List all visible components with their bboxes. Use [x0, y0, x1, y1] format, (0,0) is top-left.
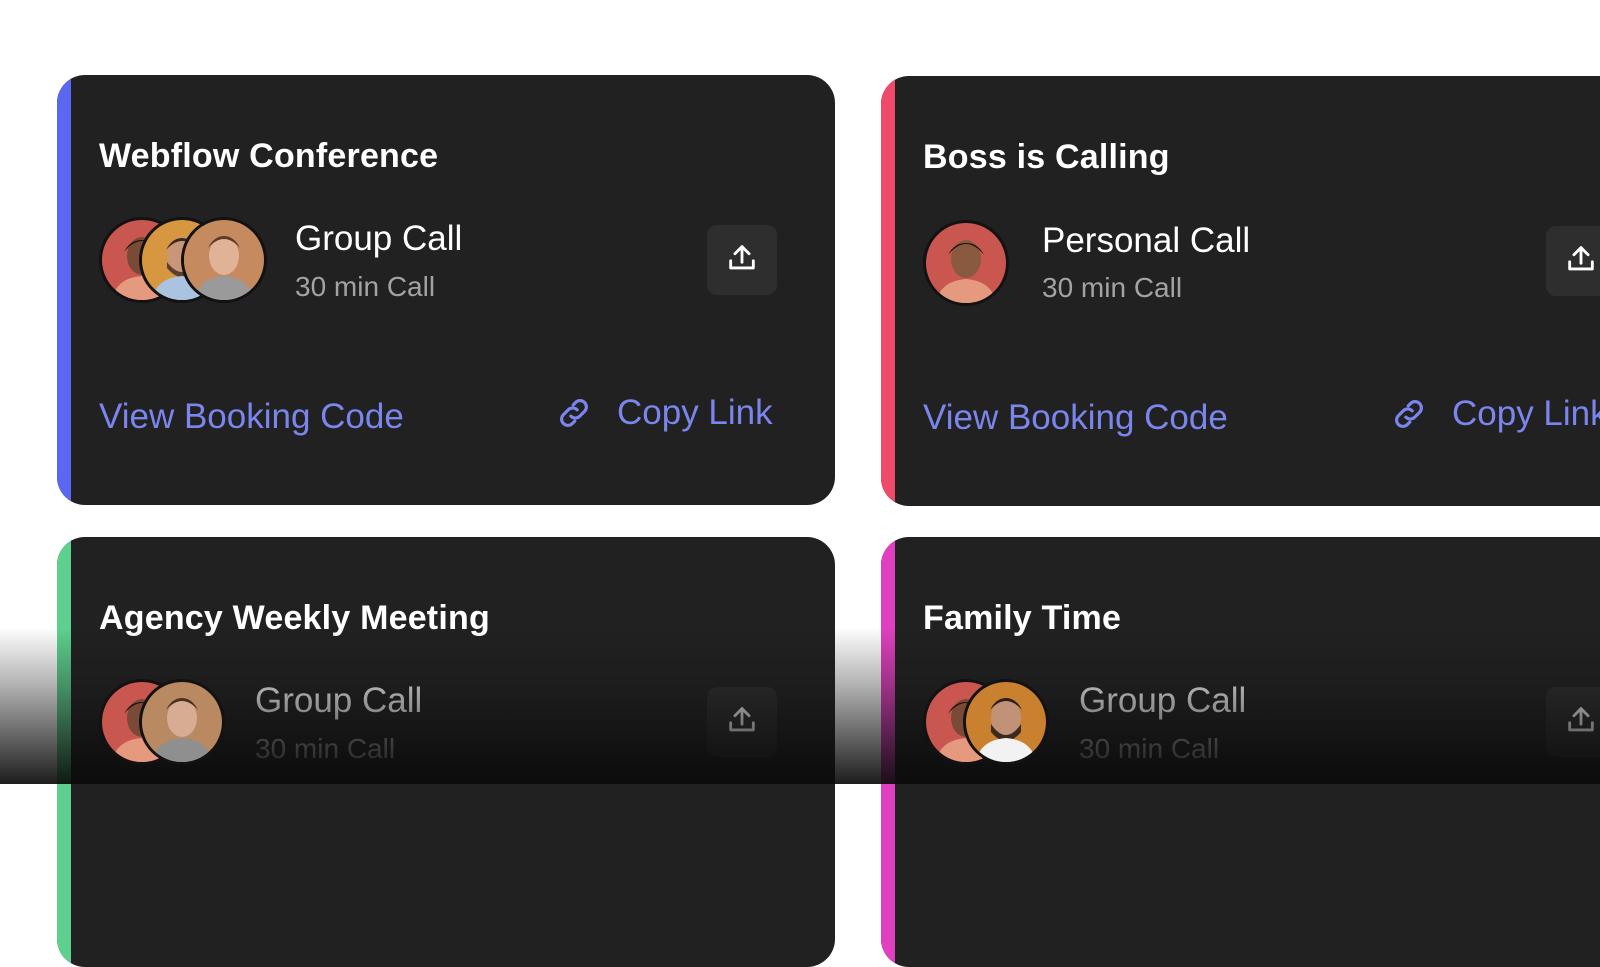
share-upload-icon	[1564, 242, 1598, 281]
avatar	[963, 679, 1049, 765]
copy-link-label: Copy Link	[617, 393, 773, 432]
call-duration: 30 min Call	[295, 271, 436, 302]
share-upload-icon	[1564, 703, 1598, 742]
card-accent-bar	[881, 76, 895, 506]
event-card-webflow-conference[interactable]: Webflow Conference Group Call 30 min Cal…	[57, 75, 835, 505]
call-type-label: Group Call	[255, 681, 423, 720]
call-type-label: Personal Call	[1042, 221, 1251, 260]
link-chain-icon	[555, 394, 593, 432]
call-duration: 30 min Call	[1042, 272, 1183, 303]
call-duration: 30 min Call	[255, 733, 396, 764]
avatar	[139, 679, 225, 765]
copy-link-label: Copy Link	[1452, 394, 1600, 433]
share-button[interactable]	[1546, 687, 1600, 757]
view-booking-code-link[interactable]: View Booking Code	[923, 398, 1228, 438]
event-card-family-time[interactable]: Family Time Group Call 30 min Call	[881, 537, 1600, 967]
call-type-label: Group Call	[295, 219, 463, 258]
copy-link-button[interactable]: Copy Link	[555, 393, 773, 433]
call-type-label: Group Call	[1079, 681, 1247, 720]
avatar	[181, 217, 267, 303]
event-card-agency-weekly-meeting[interactable]: Agency Weekly Meeting Group Call 30 min …	[57, 537, 835, 967]
card-title: Agency Weekly Meeting	[99, 599, 490, 637]
share-button[interactable]	[1546, 226, 1600, 296]
copy-link-button[interactable]: Copy Link	[1390, 394, 1600, 434]
share-button[interactable]	[707, 687, 777, 757]
card-accent-bar	[57, 75, 71, 505]
card-title: Boss is Calling	[923, 138, 1170, 176]
card-title: Webflow Conference	[99, 137, 439, 175]
link-chain-icon	[1390, 395, 1428, 433]
card-accent-bar	[57, 537, 71, 967]
share-upload-icon	[725, 241, 759, 280]
card-title: Family Time	[923, 599, 1122, 637]
view-booking-code-link[interactable]: View Booking Code	[99, 397, 404, 437]
event-card-boss-is-calling[interactable]: Boss is Calling Personal Call 30 min Cal…	[881, 76, 1600, 506]
call-duration: 30 min Call	[1079, 733, 1220, 764]
share-upload-icon	[725, 703, 759, 742]
share-button[interactable]	[707, 225, 777, 295]
card-accent-bar	[881, 537, 895, 967]
avatar	[923, 220, 1009, 306]
